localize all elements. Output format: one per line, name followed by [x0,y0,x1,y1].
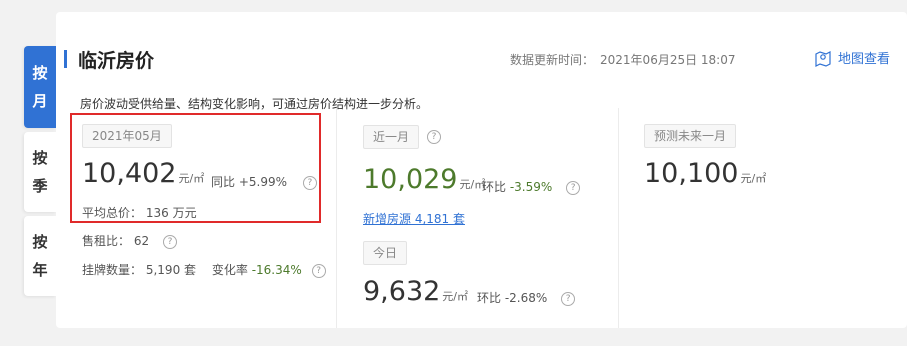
recent-mom-label: 环比 [482,180,507,194]
listing-label: 挂牌数量： [82,263,143,277]
recent-price-value: 10,029 [363,164,458,195]
column-divider [336,108,337,328]
tab-by-quarter[interactable]: 按 季 [24,132,56,212]
map-view-link[interactable]: 地图查看 [814,48,890,67]
recent-mom: 环比 -3.59% ? [482,178,581,195]
tab-by-quarter-char-2: 季 [32,177,48,195]
tab-by-year-char-1: 按 [32,233,48,251]
help-icon[interactable]: ? [566,180,581,195]
today-mom-value: -2.68% [504,291,548,305]
tab-by-month-char-2: 月 [32,92,48,110]
recent-price: 10,029 元/㎡ [363,165,485,200]
forecast-chip: 预测未来一月 [644,124,737,148]
today-mom: 环比 -2.68% ? [477,289,576,306]
help-icon[interactable]: ? [311,263,326,278]
page-title: 临沂房价 [78,50,155,72]
help-icon[interactable]: ? [162,234,177,249]
today-price-value: 9,632 [363,276,441,307]
today-mom-label: 环比 [477,291,502,305]
highlight-box [70,113,321,223]
change-label: 变化率 [211,263,248,277]
rent-label: 售租比： [82,234,131,248]
price-card: 临沂房价 数据更新时间： 2021年06月25日 18:07 地图查看 房价波动受… [56,12,907,328]
forecast-price-value: 10,100 [644,158,739,189]
recent-mom-value: -3.59% [509,180,553,194]
forecast-price: 10,100 元/㎡ [644,159,766,194]
recent-chip: 近一月 [363,125,420,149]
today-chip: 今日 [363,241,408,265]
rent-value: 62 [133,234,150,248]
map-pin-icon [815,50,831,67]
change-value: -16.34% [251,263,302,277]
update-time: 2021年06月25日 18:07 [600,53,736,67]
tab-by-month[interactable]: 按 月 [24,46,56,128]
tab-by-quarter-char-1: 按 [32,149,48,167]
column-divider [618,108,619,328]
tab-by-month-char-1: 按 [32,64,48,82]
description: 房价波动受供给量、结构变化影响，可通过房价结构进一步分析。 [80,97,429,111]
tab-by-year[interactable]: 按 年 [24,216,56,296]
listing-value: 5,190 套 [145,263,197,277]
update-info: 数据更新时间： 2021年06月25日 18:07 [510,51,736,68]
tab-by-year-char-2: 年 [32,261,48,279]
today-price: 9,632 元/㎡ [363,277,468,312]
map-view-label: 地图查看 [838,52,891,67]
rent-ratio: 售租比： 62 ? [82,232,177,249]
update-label: 数据更新时间： [510,53,595,67]
new-listings-link[interactable]: 新增房源 4,181 套 [363,210,465,227]
help-icon[interactable]: ? [427,130,441,144]
title-accent-bar [64,50,67,68]
forecast-price-unit: 元/㎡ [740,172,767,185]
listing-count: 挂牌数量： 5,190 套 变化率 -16.34% ? [82,261,326,278]
today-price-unit: 元/㎡ [442,290,469,303]
help-icon[interactable]: ? [561,291,576,306]
